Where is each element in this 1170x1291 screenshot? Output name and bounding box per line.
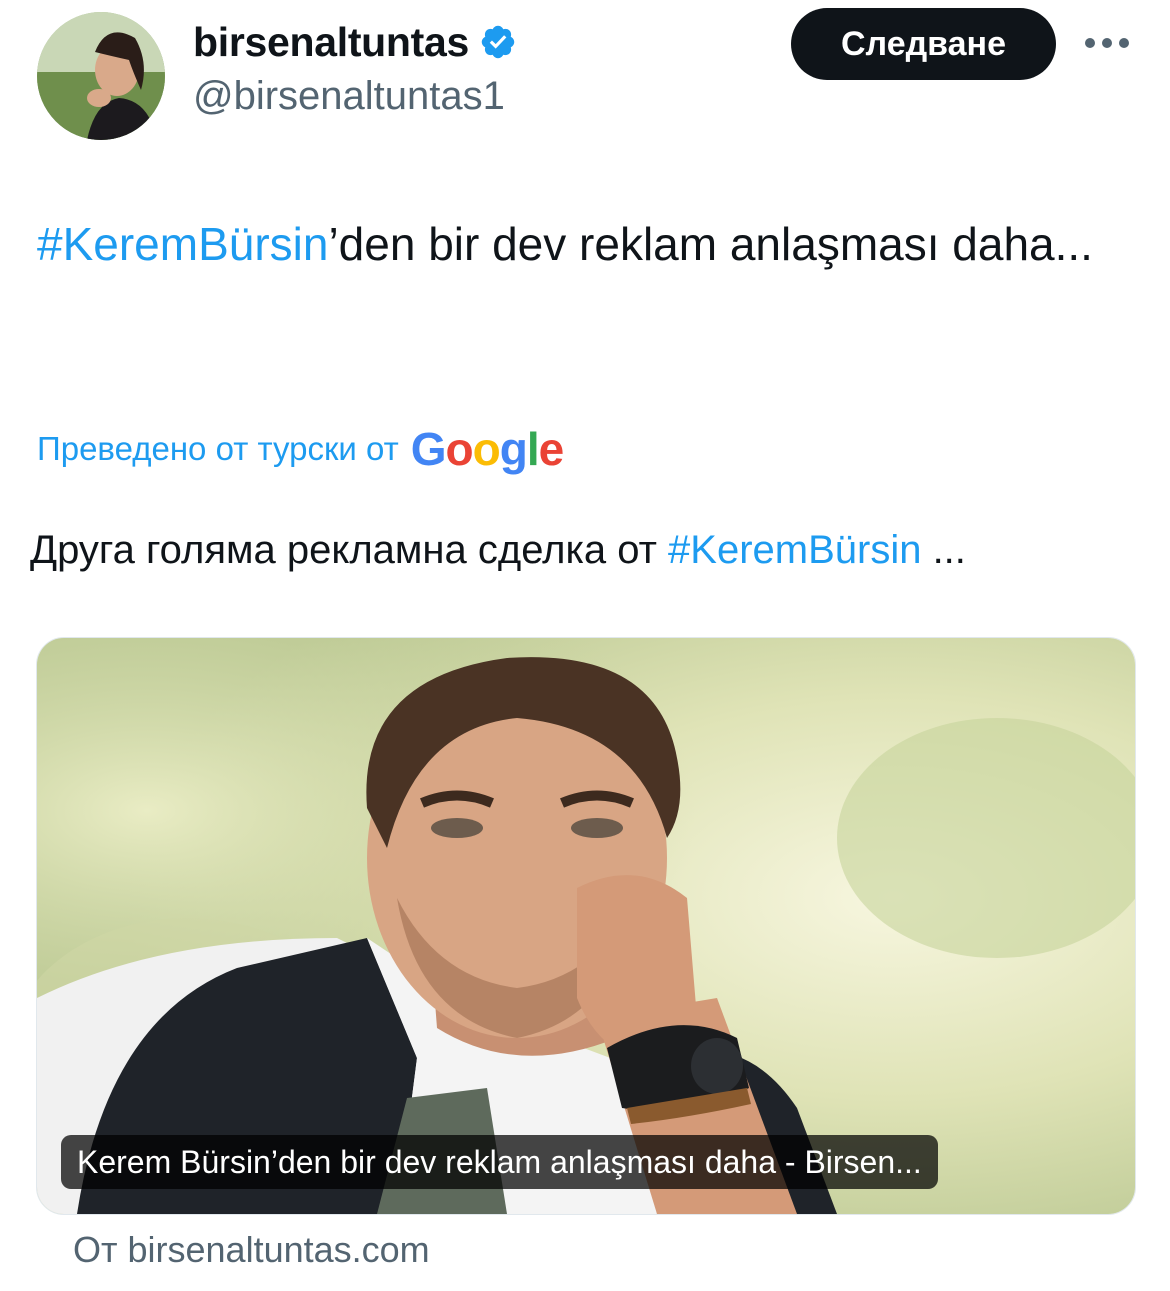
card-title-caption: Kerem Bürsin’den bir dev reklam anlaşmas… [61,1135,938,1189]
card-photo-image [37,638,1135,1214]
translated-text-ellipsis: ... [921,528,966,572]
translated-tweet-text: Друга голяма рекламна сделка от #KeremBü… [30,520,966,580]
tweet-text-body: ’den bir dev reklam anlaşması daha... [328,218,1093,270]
tweet-hashtag-link[interactable]: #KeremBürsin [37,218,328,270]
author-name-row: birsenaltuntas [193,18,517,66]
card-source-link[interactable]: От birsenaltuntas.com [73,1224,430,1276]
link-preview-card[interactable]: Kerem Bürsin’den bir dev reklam anlaşmas… [36,637,1136,1215]
avatar-photo-icon [37,12,165,140]
more-horizontal-icon[interactable] [1084,36,1130,50]
translated-hashtag-link[interactable]: #KeremBürsin [668,528,921,572]
tweet-text: #KeremBürsin’den bir dev reklam anlaşmas… [37,210,1117,278]
author-avatar[interactable] [37,12,165,140]
author-handle[interactable]: @birsenaltuntas1 [193,72,505,120]
translation-attribution[interactable]: Преведено от турски от Google [37,423,564,475]
translation-label: Преведено от турски от [37,430,399,467]
follow-button[interactable]: Следване [791,8,1056,80]
verified-badge-icon [481,25,515,59]
author-display-name[interactable]: birsenaltuntas [193,18,469,66]
translated-text-body: Друга голяма рекламна сделка от [30,528,669,572]
google-logo: Google [410,423,564,475]
